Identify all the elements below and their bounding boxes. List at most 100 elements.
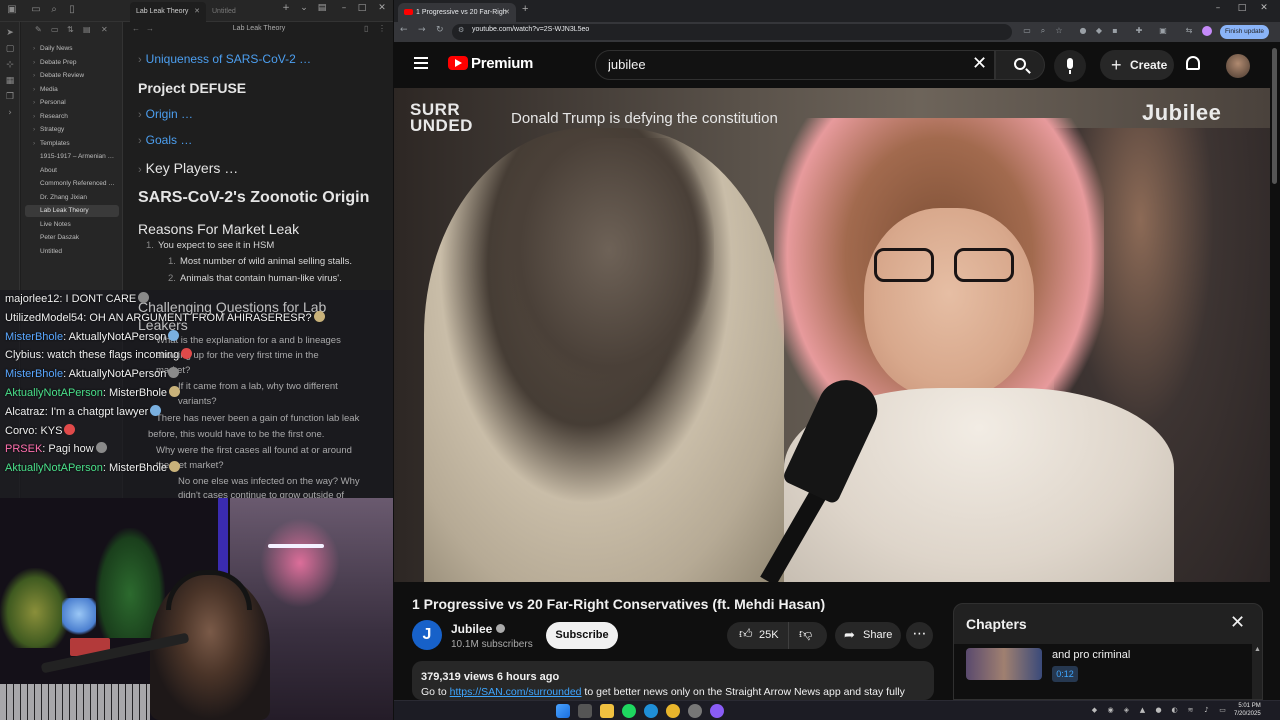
file-explorer-icon[interactable]	[600, 704, 614, 718]
star-icon[interactable]: ☆	[1054, 26, 1064, 36]
layout-icon[interactable]: ▤	[316, 3, 328, 13]
chat-username[interactable]: Corvo	[5, 425, 34, 437]
system-clock[interactable]: 5:01 PM 7/20/2025	[1234, 702, 1261, 718]
chapter-thumbnail[interactable]	[966, 648, 1042, 680]
chat-username[interactable]: Alcatraz	[5, 406, 45, 418]
close-icon[interactable]: ✕	[101, 25, 108, 34]
search-input[interactable]	[608, 57, 948, 72]
tree-file[interactable]: About	[25, 165, 119, 177]
sort-icon[interactable]: ⇅	[67, 25, 74, 34]
chapter-title[interactable]: and pro criminal	[1052, 649, 1130, 661]
reading-view-icon[interactable]: ▯	[364, 24, 368, 33]
settings-icon[interactable]	[688, 704, 702, 718]
zoom-icon[interactable]: ⌕	[1038, 26, 1048, 36]
minimize-icon[interactable]: –	[338, 3, 350, 13]
close-window-icon[interactable]: ✕	[1258, 3, 1270, 13]
wifi-icon[interactable]: ≋	[1186, 706, 1195, 715]
search-button[interactable]	[995, 50, 1045, 80]
chapter-scroll-up-icon[interactable]: ▲	[1254, 646, 1261, 696]
tree-file[interactable]: Dr. Zhang Jixian	[25, 192, 119, 204]
sidebar-toggle-icon[interactable]: ▣	[6, 4, 18, 16]
extension-icon[interactable]: ▪	[1110, 26, 1120, 36]
tree-file[interactable]: Commonly Referenced …	[25, 178, 119, 190]
reload-icon[interactable]: ↻	[436, 25, 444, 35]
notifications-icon[interactable]	[1186, 56, 1200, 70]
chat-username[interactable]: MisterBhole	[5, 368, 63, 380]
video-player[interactable]: SURR UNDED Donald Trump is defying the c…	[394, 88, 1270, 582]
tree-folder[interactable]: Templates	[25, 138, 119, 150]
minimize-icon[interactable]: –	[1212, 3, 1224, 13]
forward-icon[interactable]: →	[418, 25, 426, 35]
tray-icon[interactable]: ▲	[1138, 706, 1147, 715]
tab-untitled[interactable]: Untitled	[206, 2, 276, 22]
clear-icon[interactable]: ✕	[972, 53, 987, 74]
tray-icon[interactable]: ◐	[1170, 706, 1179, 715]
heading-origin[interactable]: Origin …	[138, 107, 193, 121]
copy-icon[interactable]: ❐	[4, 92, 16, 104]
task-view-icon[interactable]	[578, 704, 592, 718]
chat-username[interactable]: Clybius	[5, 349, 41, 361]
graph-icon[interactable]: ⊹	[4, 60, 16, 72]
new-note-icon[interactable]: ✎	[35, 25, 42, 34]
site-info-icon[interactable]: ⚙	[458, 26, 464, 34]
close-icon[interactable]: ✕	[194, 2, 200, 22]
more-actions-button[interactable]: ⋯	[906, 622, 933, 649]
tree-folder[interactable]: Debate Review	[25, 70, 119, 82]
terminal-icon[interactable]: ›	[4, 108, 16, 120]
chat-username[interactable]: AktuallyNotAPerson	[5, 462, 103, 474]
dislike-button[interactable]: 👎︎	[799, 628, 812, 642]
close-icon[interactable]: ✕	[504, 3, 510, 22]
extension-icon[interactable]: ●	[1078, 26, 1088, 36]
tree-file[interactable]: Peter Daszak	[25, 232, 119, 244]
video-description[interactable]: 379,319 views 6 hours ago Go to https://…	[412, 661, 934, 700]
tree-folder[interactable]: Daily News	[25, 43, 119, 55]
menu-icon[interactable]	[414, 57, 428, 69]
battery-icon[interactable]: ▭	[1218, 706, 1227, 715]
youtube-logo-icon[interactable]	[448, 56, 468, 70]
voice-search-button[interactable]	[1054, 50, 1086, 82]
address-bar[interactable]: ⚙ youtube.com/watch?v=2S-WJN3L5eo	[452, 24, 1012, 40]
cast-icon[interactable]: ▭	[1022, 26, 1032, 36]
back-icon[interactable]: ←	[132, 24, 140, 33]
tree-folder[interactable]: Strategy	[25, 124, 119, 136]
tab-lab-leak-theory[interactable]: Lab Leak Theory ✕	[130, 2, 206, 22]
avatar[interactable]	[1226, 54, 1250, 78]
description-link[interactable]: https://SAN.com/surrounded	[450, 686, 582, 698]
chrome-icon[interactable]	[666, 704, 680, 718]
file-icon[interactable]: ▢	[4, 44, 16, 56]
start-icon[interactable]	[556, 704, 570, 718]
close-window-icon[interactable]: ✕	[376, 3, 388, 13]
tree-file[interactable]: Lab Leak Theory	[25, 205, 119, 217]
tree-folder[interactable]: Debate Prep	[25, 57, 119, 69]
profile-icon[interactable]	[1202, 26, 1212, 36]
grid-icon[interactable]: ▦	[4, 76, 16, 88]
channel-name[interactable]: Jubilee	[451, 622, 506, 636]
subscribe-button[interactable]: Subscribe	[546, 622, 618, 649]
new-folder-icon[interactable]: ▭	[51, 25, 59, 34]
create-button[interactable]: + Create	[1100, 50, 1174, 80]
heading-goals[interactable]: Goals …	[138, 133, 193, 147]
heading-uniqueness[interactable]: Uniqueness of SARS-CoV-2 …	[138, 52, 311, 66]
extension-icon[interactable]: ⇆	[1184, 26, 1194, 36]
tree-folder[interactable]: Research	[25, 111, 119, 123]
chat-username[interactable]: UtilizedModel54	[5, 312, 83, 324]
new-tab-icon[interactable]: +	[522, 3, 528, 15]
tray-icon[interactable]: ●	[1154, 706, 1163, 715]
tray-icon[interactable]: ◆	[1090, 706, 1099, 715]
bookmark-icon[interactable]: ▯	[66, 4, 78, 16]
maximize-icon[interactable]: □	[1236, 3, 1248, 13]
back-icon[interactable]: ←	[400, 25, 408, 35]
more-options-icon[interactable]: ⋮	[378, 24, 386, 33]
chat-username[interactable]: majorlee12	[5, 293, 59, 305]
extension-icon[interactable]: ◆	[1094, 26, 1104, 36]
chevron-down-icon[interactable]: ⌄	[298, 3, 310, 13]
chat-username[interactable]: PRSEK	[5, 443, 42, 455]
maximize-icon[interactable]: □	[356, 3, 368, 13]
chapter-timestamp[interactable]: 0:12	[1052, 666, 1078, 682]
heading-key-players[interactable]: Key Players …	[138, 160, 239, 176]
tree-folder[interactable]: Media	[25, 84, 119, 96]
tree-folder[interactable]: Personal	[25, 97, 119, 109]
forward-icon[interactable]: →	[146, 24, 154, 33]
like-button[interactable]: 👍︎ 25K	[727, 622, 789, 649]
obsidian-icon[interactable]	[710, 704, 724, 718]
